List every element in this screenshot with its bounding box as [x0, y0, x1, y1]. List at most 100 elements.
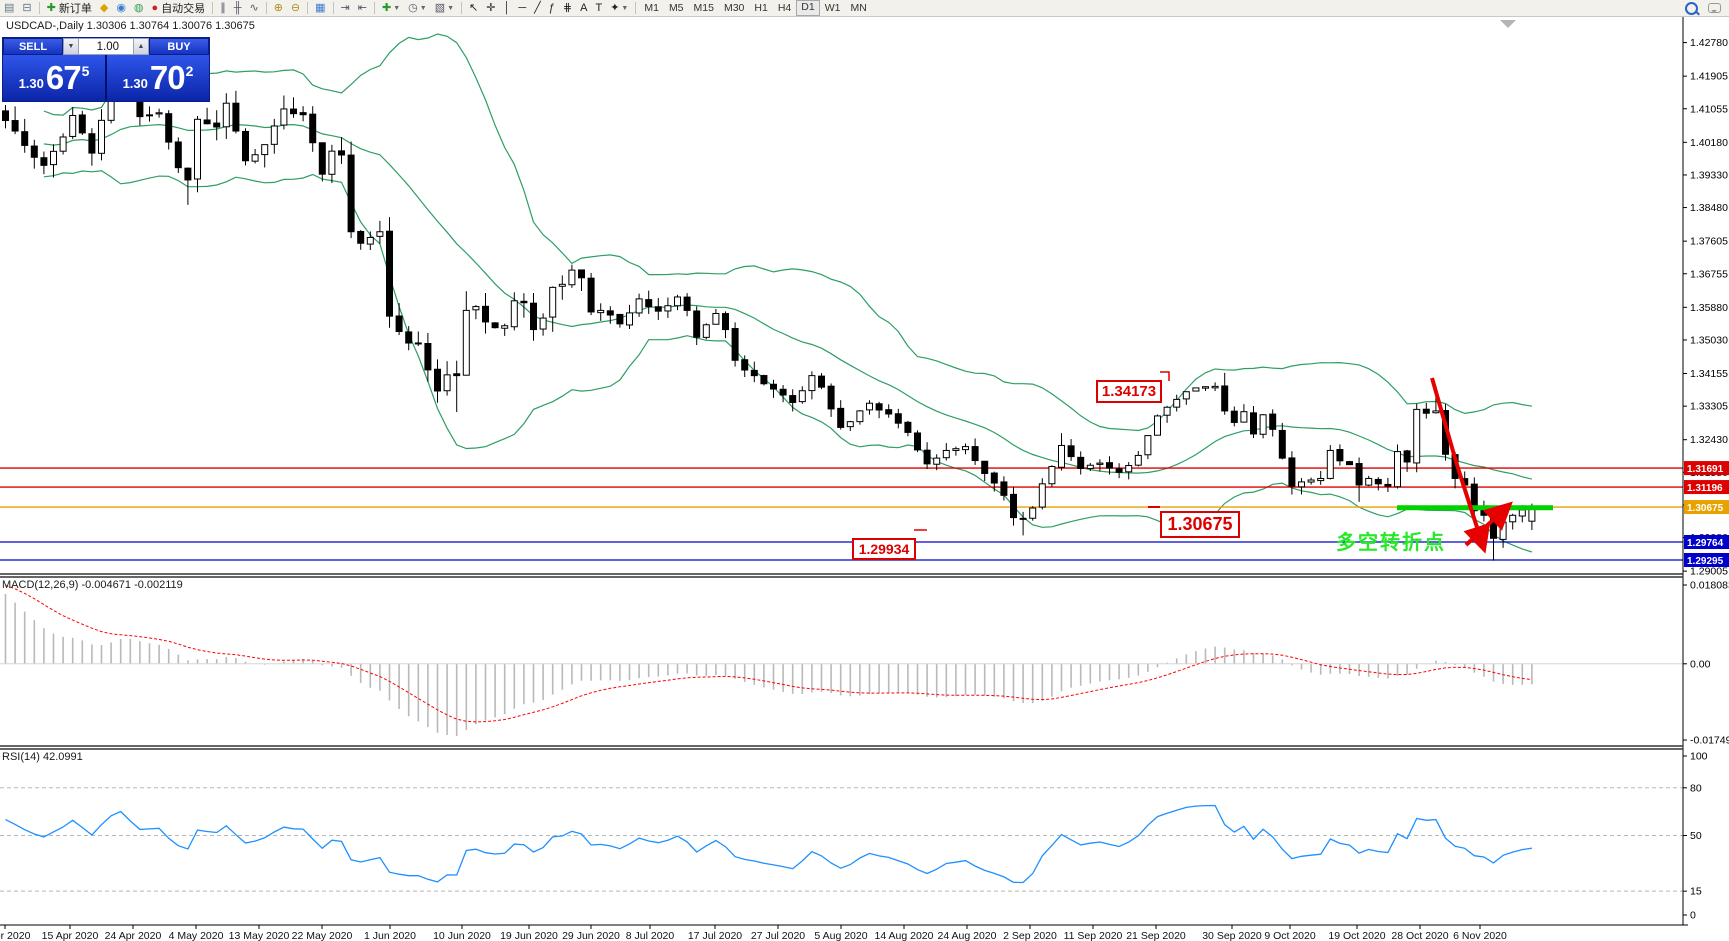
toolbar-separator	[212, 2, 214, 14]
rsi-panel	[0, 787, 1683, 892]
sell-price-sup: 5	[81, 63, 90, 79]
line-chart-icon[interactable]: ∿	[245, 1, 262, 15]
fibonacci-icon[interactable]: ƒ	[545, 1, 559, 15]
price-callout-1.34173[interactable]: 1.34173	[1096, 380, 1162, 403]
timeframe-button-H1[interactable]: H1	[749, 1, 772, 15]
text-icon[interactable]: A	[576, 1, 591, 15]
vertical-line-icon[interactable]: │	[499, 1, 514, 15]
date-tick: 24 Apr 2020	[105, 930, 162, 941]
horizontal-line-icon[interactable]: ─	[514, 1, 530, 15]
date-tick: 27 Jul 2020	[751, 930, 805, 941]
price-tick: -0.017497	[1690, 735, 1729, 747]
price-tick: 1.41055	[1690, 103, 1728, 115]
buy-price-prefix: 1.30	[122, 75, 148, 91]
search-icon[interactable]	[1685, 1, 1698, 15]
timeframe-button-M1[interactable]: M1	[639, 1, 664, 15]
price-tick: 1.39330	[1690, 169, 1728, 181]
toolbar-separator	[373, 2, 375, 14]
date-tick: 15 Apr 2020	[42, 930, 99, 941]
shapes-icon[interactable]: ✦ ▼	[606, 1, 632, 15]
buy-price-big: 70	[149, 59, 186, 96]
price-chart-canvas[interactable]: 1.42780 1.41905 1.41055 1.40180 1.39330 1.384…	[0, 0, 1729, 941]
crosshair-icon[interactable]: ✛	[482, 1, 499, 15]
chevron-down-icon: ▼	[393, 4, 401, 12]
timeframe-button-D1[interactable]: D1	[796, 0, 820, 16]
price-tick: 1.35030	[1690, 334, 1728, 346]
templates-icon[interactable]: ▧ ▼	[431, 1, 458, 15]
timeframe-button-M30[interactable]: M30	[719, 1, 749, 15]
price-callout-1.30675[interactable]: 1.30675	[1160, 511, 1240, 538]
autotrading-button-label: 自动交易	[161, 3, 206, 15]
price-tick: 1.33305	[1690, 401, 1728, 413]
chart-area[interactable]: 1.42780 1.41905 1.41055 1.40180 1.39330 1.384…	[0, 16, 1729, 941]
buy-price-display[interactable]: 1.30 70 2	[107, 55, 209, 101]
date-tick: 6 Apr 2020	[0, 930, 31, 941]
channels-icon[interactable]: ⋕	[559, 1, 576, 15]
price-tick: 50	[1690, 830, 1702, 842]
cursor-icon[interactable]: ↖	[465, 1, 482, 15]
tile-windows-icon[interactable]: ▦	[311, 1, 329, 15]
macd-indicator-label: MACD(12,26,9) -0.004671 -0.002119	[2, 579, 183, 591]
date-tick: 17 Jul 2020	[688, 930, 742, 941]
autotrading-button[interactable]: ● 自动交易	[148, 1, 210, 15]
buy-price-sup: 2	[185, 63, 194, 79]
new-order-button-label: 新订单	[58, 3, 92, 15]
price-tick: 1.36755	[1690, 268, 1728, 280]
rsi-indicator-label: RSI(14) 42.0991	[2, 751, 83, 763]
price-tag: 1.29764	[1687, 538, 1724, 549]
sell-button[interactable]: SELL	[3, 38, 63, 55]
macd-panel	[0, 584, 1683, 737]
periods-icon[interactable]: ◷ ▼	[404, 1, 431, 15]
chat-icon[interactable]	[1708, 3, 1721, 13]
price-axis: 1.42780 1.41905 1.41055 1.40180 1.39330 1.384…	[1683, 37, 1729, 922]
date-tick: 14 Aug 2020	[875, 930, 934, 941]
bollinger-bands	[43, 33, 1533, 553]
one-click-trading-panel: SELL ▼ 1.00 ▲ BUY 1.30 67 5 1.30 70 2	[2, 37, 210, 102]
indicators-icon[interactable]: ✚ ▼	[378, 1, 404, 15]
price-tick: 80	[1690, 782, 1702, 794]
date-tick: 1 Jun 2020	[364, 930, 416, 941]
volume-up-button[interactable]: ▲	[133, 38, 149, 55]
new-order-button[interactable]: ✚ 新订单	[43, 1, 96, 15]
new-chart-icon[interactable]: ▤	[0, 1, 18, 15]
drawn-annotations	[914, 20, 1553, 554]
date-tick: 6 Nov 2020	[1453, 930, 1507, 941]
zoom-in-icon[interactable]: ⊕	[270, 1, 287, 15]
price-tick: 100	[1690, 751, 1708, 763]
date-tick: 13 May 2020	[229, 930, 290, 941]
sell-price-big: 67	[45, 59, 82, 96]
trendline-icon[interactable]: ╱	[530, 1, 545, 15]
text-label-icon[interactable]: T	[591, 1, 606, 15]
date-tick: 24 Aug 2020	[938, 930, 997, 941]
volume-down-button[interactable]: ▼	[63, 38, 79, 55]
timeframe-button-W1[interactable]: W1	[820, 1, 846, 15]
timeframe-button-M5[interactable]: M5	[664, 1, 689, 15]
auto-scroll-icon[interactable]: ⇥	[337, 1, 354, 15]
sell-price-prefix: 1.30	[18, 75, 44, 91]
zoom-out-icon[interactable]: ⊖	[287, 1, 304, 15]
metaeditor-icon[interactable]: ◆	[96, 1, 112, 15]
chart-profiles-icon[interactable]: ⊟	[18, 1, 35, 15]
candlestick-chart-icon[interactable]: ╫	[230, 1, 246, 15]
sell-price-display[interactable]: 1.30 67 5	[3, 55, 107, 101]
toolbar-separator	[635, 2, 637, 14]
bar-chart-icon[interactable]: ∥	[216, 1, 230, 15]
chart-frame	[0, 16, 1688, 926]
price-tick: 1.29005	[1690, 566, 1728, 578]
signals-icon[interactable]: ◍	[130, 1, 148, 15]
timeframe-button-MN[interactable]: MN	[845, 1, 871, 15]
date-tick: 28 Oct 2020	[1391, 930, 1448, 941]
date-tick: 29 Jun 2020	[562, 930, 620, 941]
chart-shift-icon[interactable]: ⇤	[354, 1, 371, 15]
price-tick: 15	[1690, 886, 1702, 898]
price-tag: 1.31196	[1687, 483, 1723, 494]
timeframe-button-M15[interactable]: M15	[689, 1, 719, 15]
date-tick: 19 Oct 2020	[1328, 930, 1385, 941]
date-tick: 11 Sep 2020	[1064, 930, 1123, 941]
timeframe-button-H4[interactable]: H4	[773, 1, 796, 15]
buy-button[interactable]: BUY	[149, 38, 209, 55]
price-callout-1.29934[interactable]: 1.29934	[852, 538, 916, 560]
volume-field[interactable]: 1.00	[79, 38, 133, 55]
community-icon[interactable]: ◉	[112, 1, 130, 15]
toolbar-separator	[461, 2, 463, 14]
